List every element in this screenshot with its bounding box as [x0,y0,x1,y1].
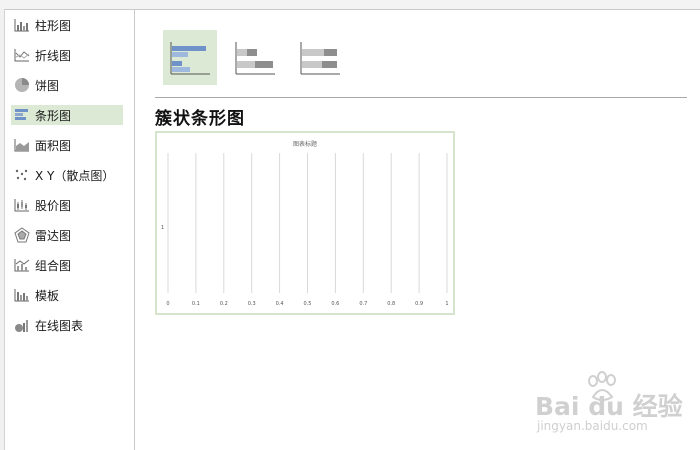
sidebar-item-pie-chart[interactable]: 饼图 [11,75,123,95]
line-chart-icon [13,47,31,63]
sidebar-item-template[interactable]: 模板 [11,285,123,305]
combo-chart-icon [13,257,31,273]
chart-type-sidebar: 柱形图折线图饼图条形图面积图 X Y（散点图） 股价图雷达图组合图模板在线图表 [5,10,135,450]
sidebar-item-stock-chart[interactable]: 股价图 [11,195,123,215]
sidebar-item-line-chart[interactable]: 折线图 [11,45,123,65]
subtype-percent-stacked-bar[interactable] [293,30,347,85]
x-tick-label: 0.2 [219,301,228,307]
x-tick-label: 0.7 [359,301,368,307]
chart-preview[interactable]: 图表标题 1 0 0.1 0.2 0.3 0.4 0.5 0.6 0.7 0.8 0.9 1 [155,131,455,315]
sidebar-item-online-chart[interactable]: 在线图表 [11,315,123,335]
sidebar-item-label: 柱形图 [35,18,72,33]
window-top-bar [0,0,700,10]
sidebar-item-area-chart[interactable]: 面积图 [11,135,123,155]
x-tick-label: 0.9 [415,301,424,307]
x-tick-label: 0.8 [387,301,396,307]
sidebar-item-combo-chart[interactable]: 组合图 [11,255,123,275]
pie-chart-icon [13,77,31,93]
sidebar-item-radar-chart[interactable]: 雷达图 [11,225,123,245]
online-chart-icon [13,317,31,333]
sidebar-item-label: 饼图 [35,78,60,93]
sidebar-item-label: X Y（散点图） [35,168,115,183]
column-chart-icon [13,17,31,33]
x-tick-label: 0.5 [303,301,312,307]
x-tick-label: 0.1 [191,301,200,307]
preview-chart-title: 图表标题 [292,141,317,148]
sidebar-item-label: 股价图 [35,198,72,213]
x-tick-label: 1 [445,301,449,307]
stacked-bar-icon [235,41,275,74]
bar-chart-icon [13,107,31,123]
scatter-chart-icon [13,167,31,183]
divider [155,97,687,98]
x-tick-label: 0.6 [331,301,340,307]
sidebar-item-label: 雷达图 [35,228,72,243]
preview-plot [167,153,448,293]
area-chart-icon [13,137,31,153]
sidebar-item-label: 组合图 [35,258,72,273]
main-panel: 簇状条形图 图表标题 1 0 0.1 0.2 0.3 0.4 0.5 0.6 0.7 0.8 0.… [135,10,700,450]
subtype-stacked-bar[interactable] [228,30,282,85]
sidebar-item-label: 在线图表 [35,318,84,333]
x-tick-label: 0.4 [275,301,284,307]
sidebar-item-bar-chart[interactable]: 条形图 [11,105,123,125]
subtype-clustered-bar[interactable] [163,30,217,85]
sidebar-item-column-chart[interactable]: 柱形图 [11,15,123,35]
percent-stacked-bar-icon [300,41,340,74]
sidebar-item-label: 面积图 [35,138,72,153]
clustered-bar-icon [170,41,210,74]
preview-y-label: 1 [161,225,165,231]
sidebar-item-label: 折线图 [35,48,72,63]
radar-chart-icon [13,227,31,243]
x-tick-label: 0.3 [247,301,256,307]
sidebar-item-label: 模板 [35,288,60,303]
template-icon [13,287,31,303]
sidebar-item-scatter-chart[interactable]: X Y（散点图） [11,165,123,185]
stock-chart-icon [13,197,31,213]
x-tick-label: 0 [166,301,170,307]
sidebar-item-label: 条形图 [35,108,72,123]
subtype-heading: 簇状条形图 [155,109,245,129]
